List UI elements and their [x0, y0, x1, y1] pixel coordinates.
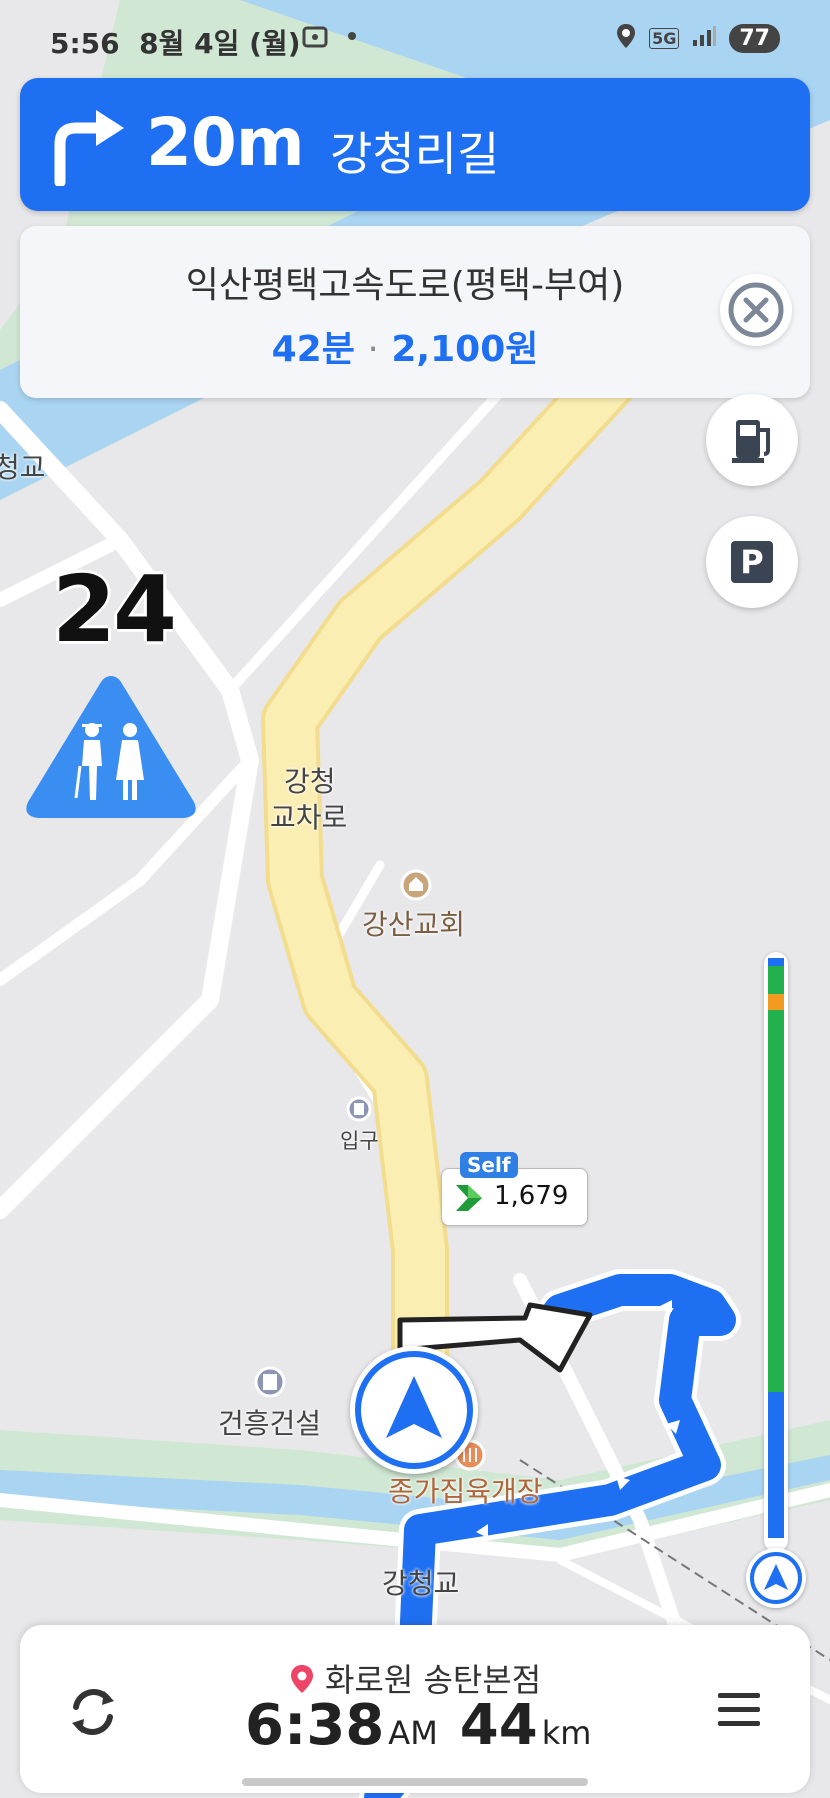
traffic-segment [768, 1010, 784, 1392]
status-date: 8월 4일 (월) [139, 27, 301, 60]
remaining-distance: 44 [459, 1693, 538, 1758]
parking-button[interactable]: P [706, 516, 798, 608]
navigation-arrow-icon [355, 1351, 473, 1469]
turn-road-name: 강청리길 [330, 127, 500, 181]
gas-brand-icon [454, 1183, 486, 1217]
distance-unit: km [541, 1714, 592, 1752]
traffic-segment [768, 1392, 784, 1538]
bridge-label-top: 청교 [0, 451, 46, 484]
route-duration: 42분 [271, 329, 355, 370]
interchange-label-line2: 교차로 [270, 801, 348, 834]
screenshot-icon [300, 22, 330, 56]
close-route-button[interactable] [720, 274, 792, 346]
battery-indicator: 77 [729, 23, 780, 53]
gas-price: 1,679 [494, 1181, 569, 1211]
entrance-label: 입구 [340, 1129, 379, 1153]
restaurant-label: 종가집육개장 [388, 1475, 543, 1508]
status-bar: 5:56 8월 4일 (월) 5G 77 [0, 0, 830, 78]
close-circle-icon [728, 282, 784, 338]
destination-pin-icon [290, 1665, 313, 1693]
arrival-time: 6:38 [245, 1693, 385, 1758]
home-indicator [242, 1778, 588, 1786]
church-label: 강산교회 [362, 908, 466, 941]
route-name: 익산평택고속도로(평택-부여) [185, 265, 625, 306]
traffic-segment [768, 966, 784, 994]
location-icon [615, 22, 637, 54]
gas-station-icon [732, 420, 770, 463]
menu-button[interactable] [714, 1685, 764, 1739]
arrival-period: AM [388, 1714, 438, 1752]
self-badge: Self [460, 1152, 518, 1178]
trip-summary-panel[interactable]: 화로원 송탄본점 6:38 AM 44 km [20, 1625, 810, 1793]
notification-dot-icon [348, 32, 356, 40]
current-location-marker [350, 1346, 478, 1474]
parking-icon: P [731, 541, 773, 583]
bridge-label-bottom: 강청교 [382, 1567, 460, 1600]
trip-progress-bar [764, 952, 788, 1552]
network-label: 5G [649, 27, 680, 49]
turn-instruction-banner[interactable]: 20m 강청리길 [20, 78, 810, 211]
eta-row: 6:38 AM 44 km [245, 1693, 613, 1758]
route-info-card[interactable]: 익산평택고속도로(평택-부여) 42분 · 2,100원 [20, 226, 810, 398]
current-position-icon [746, 1548, 806, 1608]
turn-right-arrow-icon [46, 102, 130, 190]
elderly-zone-icon [20, 668, 202, 832]
menu-icon [718, 1693, 760, 1726]
turn-distance: 20m [146, 104, 305, 181]
gas-station-button[interactable] [706, 394, 798, 486]
meta-separator: · [367, 329, 379, 370]
traffic-segment [768, 958, 784, 966]
route-meta: 42분 · 2,100원 [20, 320, 790, 372]
interchange-label-line1: 강청 [284, 765, 336, 798]
traffic-segment [768, 994, 784, 1010]
route-toll: 2,100원 [391, 329, 539, 370]
status-time: 5:56 8월 4일 (월) [50, 27, 301, 60]
signal-icon [691, 24, 717, 52]
speed-limit-value: 24 [52, 556, 177, 663]
company-label: 건흥건설 [218, 1407, 322, 1440]
